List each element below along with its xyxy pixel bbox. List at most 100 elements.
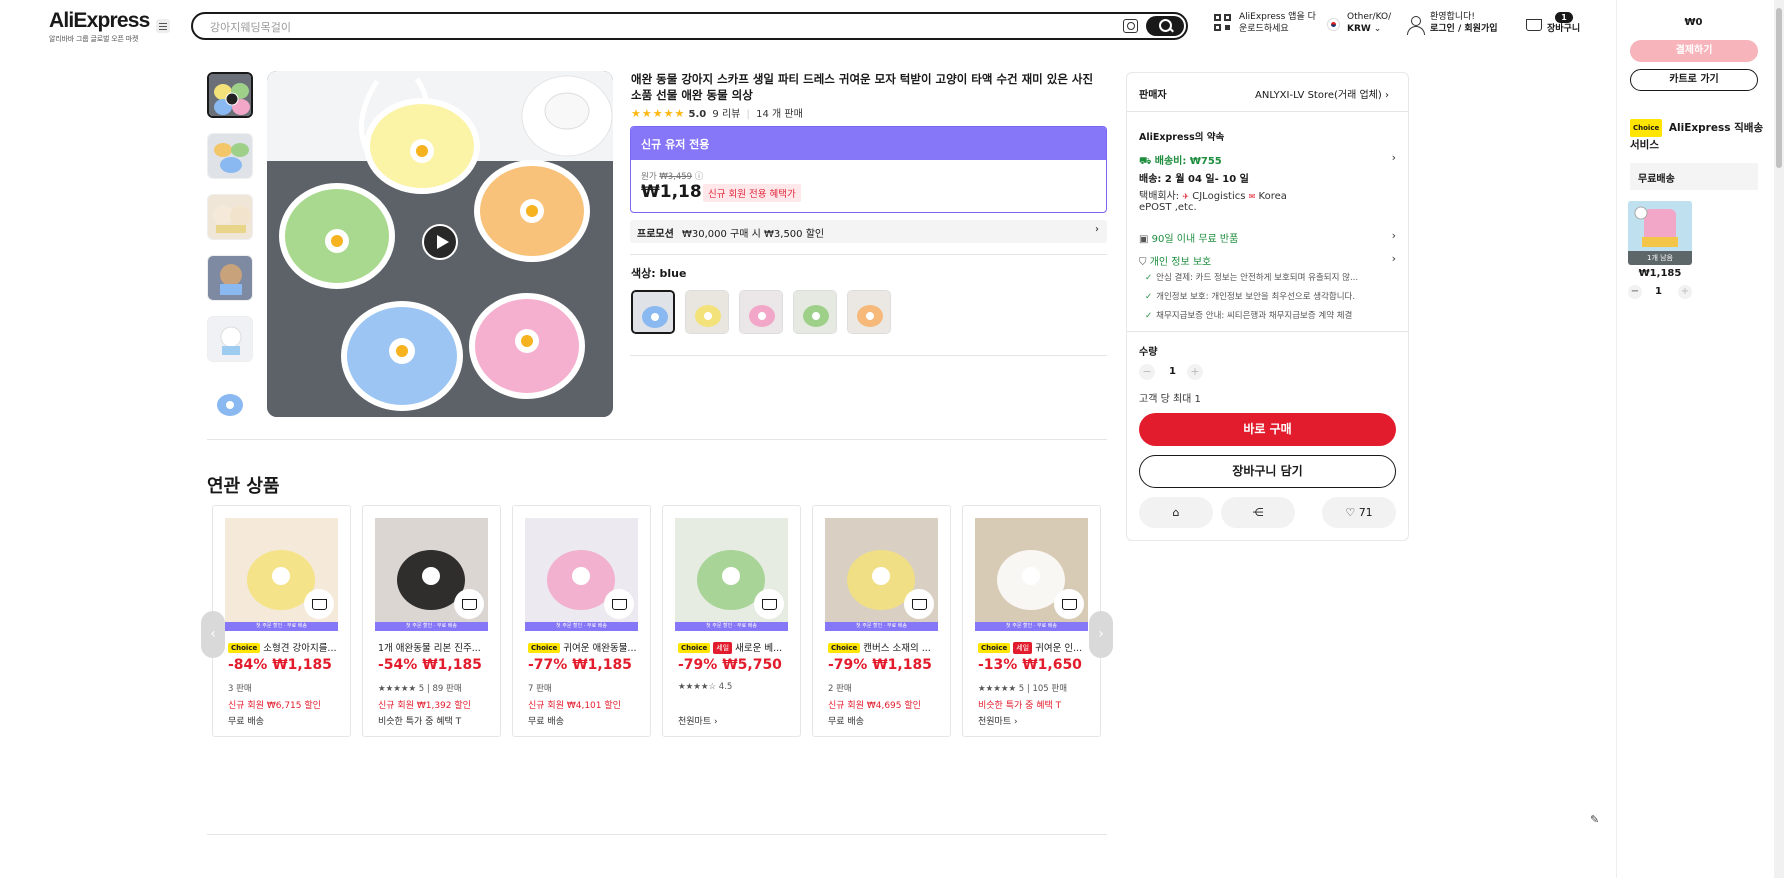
related-product-title: 1개 애완동물 리본 진주...: [378, 640, 496, 654]
privacy-text: 개인 정보 보호: [1149, 257, 1212, 268]
divider: [207, 834, 1107, 835]
related-product-discount: 신규 회원 ₩6,715 할인: [228, 701, 321, 711]
first-order-band: 첫 주문 할인 · 무료 배송: [525, 622, 638, 631]
region-currency-selector[interactable]: Other/KO/ KRW ⌄: [1327, 11, 1391, 35]
search-button[interactable]: [1146, 16, 1184, 36]
shipping-fee-row[interactable]: ⛟ 배송비: ₩755: [1139, 152, 1222, 169]
related-product-card[interactable]: 첫 주문 할인 · 무료 배송 Choice 소형견 강아지를... -84% ₩1,…: [212, 505, 351, 737]
page-scrollbar[interactable]: [1774, 0, 1784, 878]
related-product-card[interactable]: 첫 주문 할인 · 무료 배송 Choice 귀여운 애완동물... -77% ₩1,…: [512, 505, 651, 737]
account-menu[interactable]: 환영합니다! 로그인 / 회원가입: [1406, 11, 1498, 35]
divider: [1127, 331, 1408, 332]
quantity-decrease-button[interactable]: −: [1139, 364, 1155, 380]
related-product-card[interactable]: 첫 주문 할인 · 무료 배송 Choice 캔버스 소재의 ... -79% ₩1,…: [812, 505, 951, 737]
first-order-band: 첫 주문 할인 · 무료 배송: [225, 622, 338, 631]
go-to-cart-button[interactable]: 카트로 가기: [1630, 69, 1758, 91]
related-product-image[interactable]: 첫 주문 할인 · 무료 배송: [375, 518, 488, 631]
edit-pencil-icon[interactable]: ✎: [1590, 813, 1606, 829]
reviews-link[interactable]: 9 리뷰: [712, 109, 740, 120]
thumbnail-2[interactable]: [207, 133, 253, 179]
carousel-prev-button[interactable]: ‹: [201, 611, 225, 658]
checkout-button[interactable]: 결제하기: [1630, 40, 1758, 62]
related-product-title: Choice 세일 새로운 베...: [678, 640, 796, 654]
add-to-cart-icon[interactable]: [754, 589, 784, 619]
app-download-link[interactable]: AliExpress 앱을 다 운로드하세요: [1214, 11, 1316, 35]
thumbnail-1[interactable]: [207, 72, 253, 118]
related-product-image[interactable]: 첫 주문 할인 · 무료 배송: [675, 518, 788, 631]
related-product-shipping: 무료 배송: [528, 717, 564, 727]
chevron-right-icon: ›: [1384, 90, 1389, 101]
add-to-cart-icon[interactable]: [454, 589, 484, 619]
top-header: AliExpress 알리바바 그룹 글로벌 오픈 마켓 강아지웨딩목걸이 Al…: [0, 0, 1615, 52]
play-video-button[interactable]: [422, 224, 458, 260]
welcome-text: 환영합니다!: [1430, 12, 1476, 22]
related-product-card[interactable]: 첫 주문 할인 · 무료 배송 Choice 세일 귀여운 인... -13% ₩1,6…: [962, 505, 1101, 737]
choice-badge: Choice: [1630, 119, 1663, 137]
choice-service-heading: Choice AliExpress 직배송 서비스: [1630, 119, 1770, 153]
privacy-row[interactable]: ⛉ 개인 정보 보호: [1139, 253, 1211, 268]
info-icon[interactable]: ⓘ: [695, 172, 704, 182]
related-product-card[interactable]: 첫 주문 할인 · 무료 배송 1개 애완동물 리본 진주... -54% ₩1,1…: [362, 505, 501, 737]
add-to-cart-icon[interactable]: [904, 589, 934, 619]
heart-icon: ♡: [1345, 506, 1356, 519]
related-product-image[interactable]: 첫 주문 할인 · 무료 배송: [525, 518, 638, 631]
quantity-value[interactable]: 1: [1169, 366, 1176, 377]
color-swatch-blue[interactable]: [631, 290, 675, 334]
thumbnail-5[interactable]: [207, 316, 253, 362]
related-product-card[interactable]: 첫 주문 할인 · 무료 배송 Choice 세일 새로운 베... -79% ₩5,7…: [662, 505, 801, 737]
cart-link[interactable]: 1 장바구니: [1523, 11, 1580, 35]
thumbnail-3[interactable]: [207, 194, 253, 240]
color-swatch-green[interactable]: [793, 290, 837, 334]
add-to-cart-button[interactable]: 장바구니 담기: [1139, 455, 1396, 488]
chevron-right-icon: ›: [1391, 252, 1396, 265]
related-product-sales: 7 판매: [528, 684, 552, 694]
color-swatch-pink[interactable]: [739, 290, 783, 334]
related-product-title-text: 귀여운 애완동물...: [563, 643, 637, 654]
login-link[interactable]: 로그인 / 회원가입: [1430, 24, 1498, 34]
carousel-next-button[interactable]: ›: [1089, 611, 1113, 658]
buy-now-button[interactable]: 바로 구매: [1139, 413, 1396, 446]
first-order-band: 첫 주문 할인 · 무료 배송: [375, 622, 488, 631]
add-to-cart-icon[interactable]: [1054, 589, 1084, 619]
first-order-band: 첫 주문 할인 · 무료 배송: [675, 622, 788, 631]
related-product-price: -79% ₩5,750: [678, 657, 782, 673]
quantity-increase-button[interactable]: +: [1187, 364, 1203, 380]
original-price-label: 원가: [641, 172, 657, 182]
free-return-row[interactable]: ▣ 90일 이내 무료 반품: [1139, 230, 1238, 245]
aliexpress-logo[interactable]: AliExpress 알리바바 그룹 글로벌 오픈 마켓: [49, 9, 150, 44]
related-product-image[interactable]: 첫 주문 할인 · 무료 배송: [225, 518, 338, 631]
main-product-image[interactable]: [267, 71, 613, 417]
wishlist-button[interactable]: ♡ 71: [1322, 497, 1396, 528]
store-button[interactable]: ⌂: [1139, 497, 1213, 528]
related-product-image[interactable]: 첫 주문 할인 · 무료 배송: [975, 518, 1088, 631]
related-product-sales: ★★★★★ 5 | 89 판매: [378, 684, 462, 694]
product-title: 애완 동물 강아지 스카프 생일 파티 드레스 귀여운 모자 턱받이 고양이 타…: [631, 72, 1094, 102]
chevron-down-icon: ⌄: [1373, 24, 1382, 34]
add-to-cart-icon[interactable]: [304, 589, 334, 619]
thumbnail-6[interactable]: [207, 377, 253, 423]
image-search-icon[interactable]: [1123, 19, 1138, 33]
promise-heading: AliExpress의 약속: [1139, 132, 1225, 143]
share-button[interactable]: ⋲: [1221, 497, 1295, 528]
courier-name-2: Korea: [1258, 191, 1287, 202]
scrollbar-thumb[interactable]: [1776, 8, 1782, 168]
color-swatch-orange[interactable]: [847, 290, 891, 334]
thumbnail-4[interactable]: [207, 255, 253, 301]
promotion-row[interactable]: 프로모션 ₩30,000 구매 시 ₩3,500 할인 ›: [630, 220, 1107, 243]
seller-link[interactable]: ANLYXI-LV Store(거래 업체) ›: [1255, 86, 1389, 101]
side-cart-item-image[interactable]: 1개 남음: [1628, 201, 1692, 265]
privacy-check-2: 개인정보 보호: 개인정보 보안을 최우선으로 생각합니다.: [1145, 290, 1355, 302]
menu-icon[interactable]: [156, 19, 170, 33]
related-product-image[interactable]: 첫 주문 할인 · 무료 배송: [825, 518, 938, 631]
region-label: Other/KO/: [1347, 12, 1392, 22]
color-swatch-yellow[interactable]: [685, 290, 729, 334]
add-to-cart-icon[interactable]: [604, 589, 634, 619]
side-cart-item-qty[interactable]: 1: [1655, 286, 1662, 297]
related-product-shipping: 천원마트 ›: [978, 717, 1018, 727]
rating-value: 5.0: [688, 109, 707, 120]
side-cart-item-price: ₩1,185: [1638, 268, 1682, 279]
related-product-price: -77% ₩1,185: [528, 657, 632, 673]
side-cart-decrease-button[interactable]: −: [1628, 285, 1642, 299]
search-input[interactable]: 강아지웨딩목걸이: [210, 19, 291, 35]
side-cart-increase-button[interactable]: +: [1678, 285, 1692, 299]
